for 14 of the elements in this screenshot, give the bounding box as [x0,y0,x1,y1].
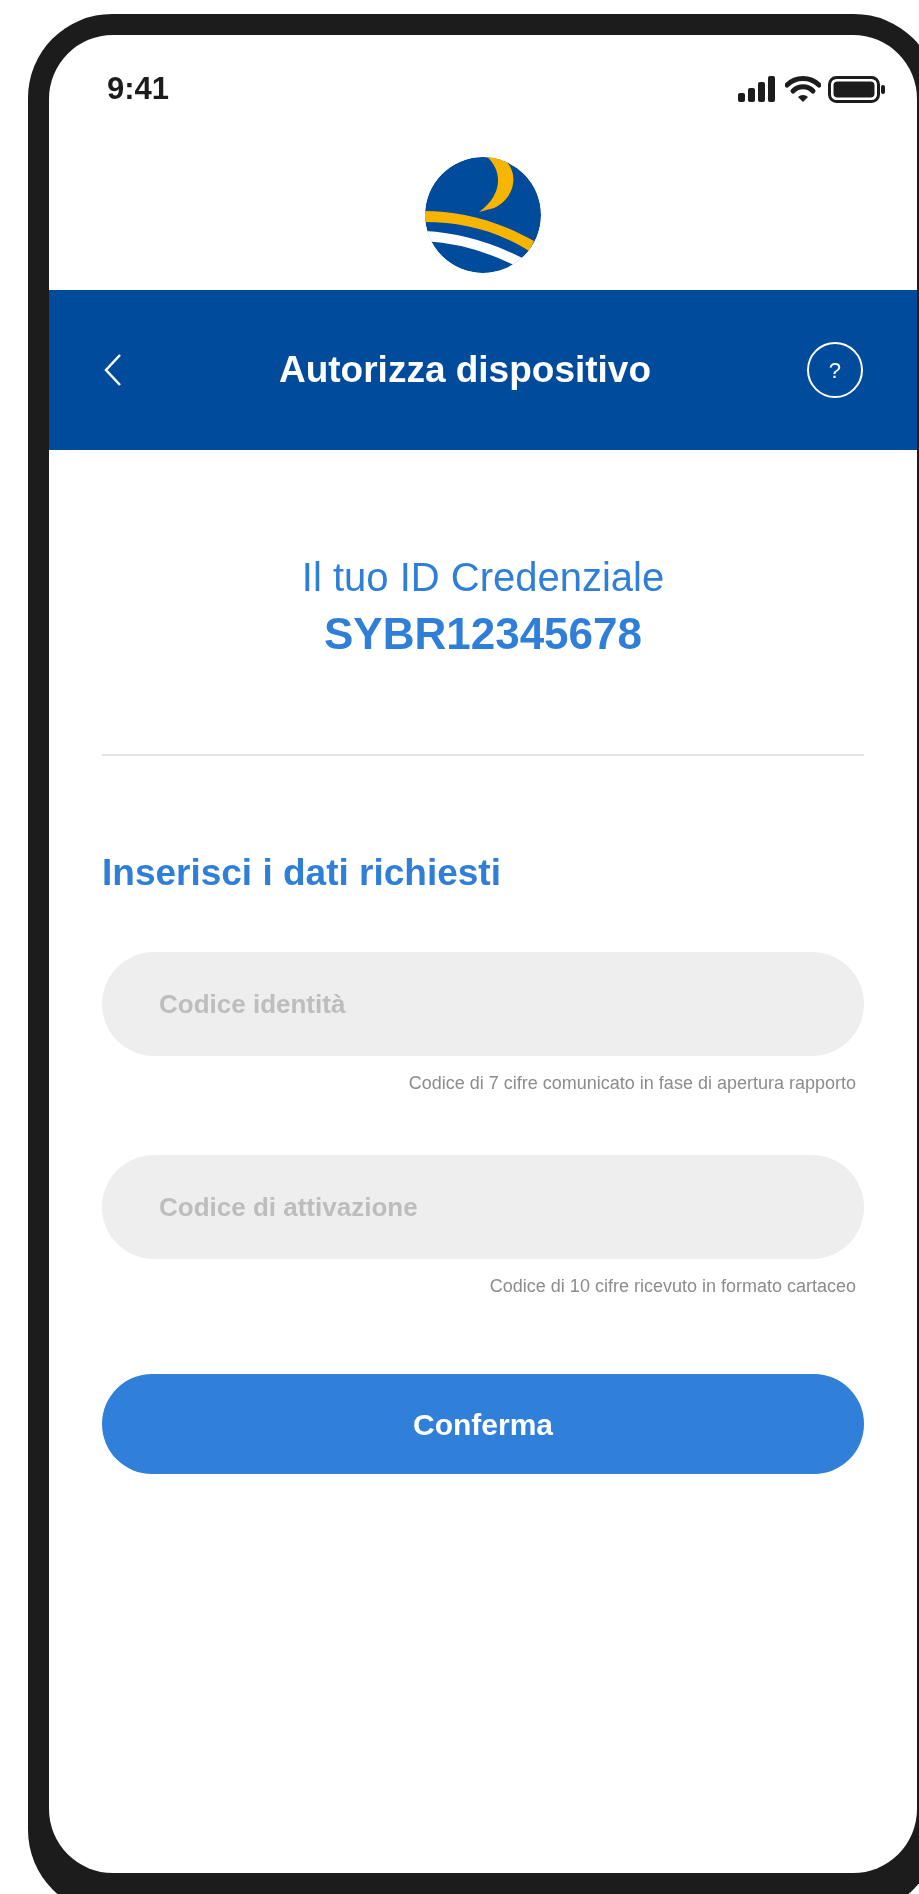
help-button[interactable]: ? [807,342,863,398]
battery-icon [828,75,885,103]
credential-label: Il tuo ID Credenziale [301,554,665,601]
field-hint: Codice di 7 cifre comunicato in fase di apertura rapporto [408,1072,856,1095]
field-hint: Codice di 10 cifre ricevuto in formato cartaceo [489,1275,856,1298]
header-title: Autorizza dispositivo [278,348,652,393]
signal-icon [738,76,778,102]
confirm-button[interactable]: Conferma [102,1374,864,1474]
credential-id: SYBR12345678 [324,608,642,660]
form-heading: Inserisci i dati richiesti [102,851,502,895]
status-time: 9:41 [107,69,170,108]
back-icon[interactable] [103,353,123,387]
logo-icon [424,155,542,274]
wifi-icon [785,75,821,103]
